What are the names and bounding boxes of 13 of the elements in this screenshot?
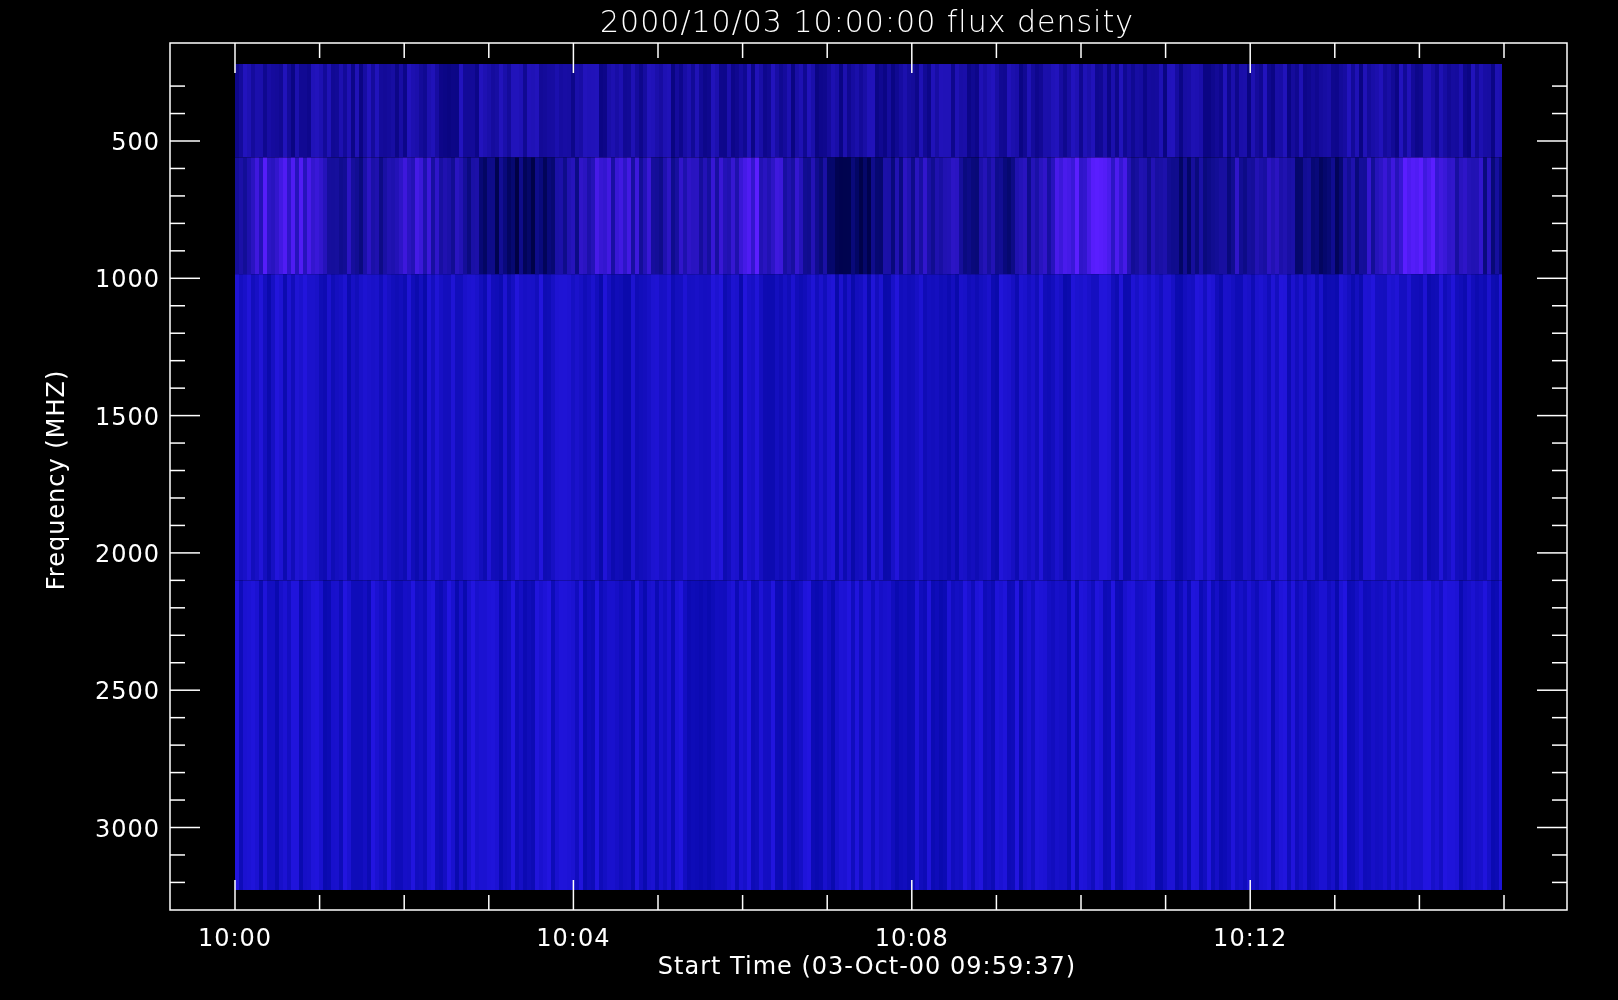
x-tick-label: 10:00 <box>197 924 273 952</box>
x-tick-label: 10:04 <box>536 924 611 952</box>
x-axis-label: Start Time (03-Oct-00 09:59:37) <box>657 952 1077 980</box>
y-tick-label: 2000 <box>94 539 160 568</box>
x-tick-label: 10:12 <box>1213 924 1288 952</box>
x-tick-label: 10:08 <box>874 924 949 952</box>
y-tick-label: 500 <box>111 128 160 156</box>
chart-title: 2000/10/03 10:00:00 flux density <box>600 4 1134 39</box>
y-tick-label: 2500 <box>94 677 160 706</box>
y-tick-label: 1000 <box>94 265 160 294</box>
y-tick-label: 1500 <box>94 402 160 431</box>
y-axis-label: Frequency (MHZ) <box>42 369 70 591</box>
y-tick-label: 3000 <box>94 814 160 843</box>
